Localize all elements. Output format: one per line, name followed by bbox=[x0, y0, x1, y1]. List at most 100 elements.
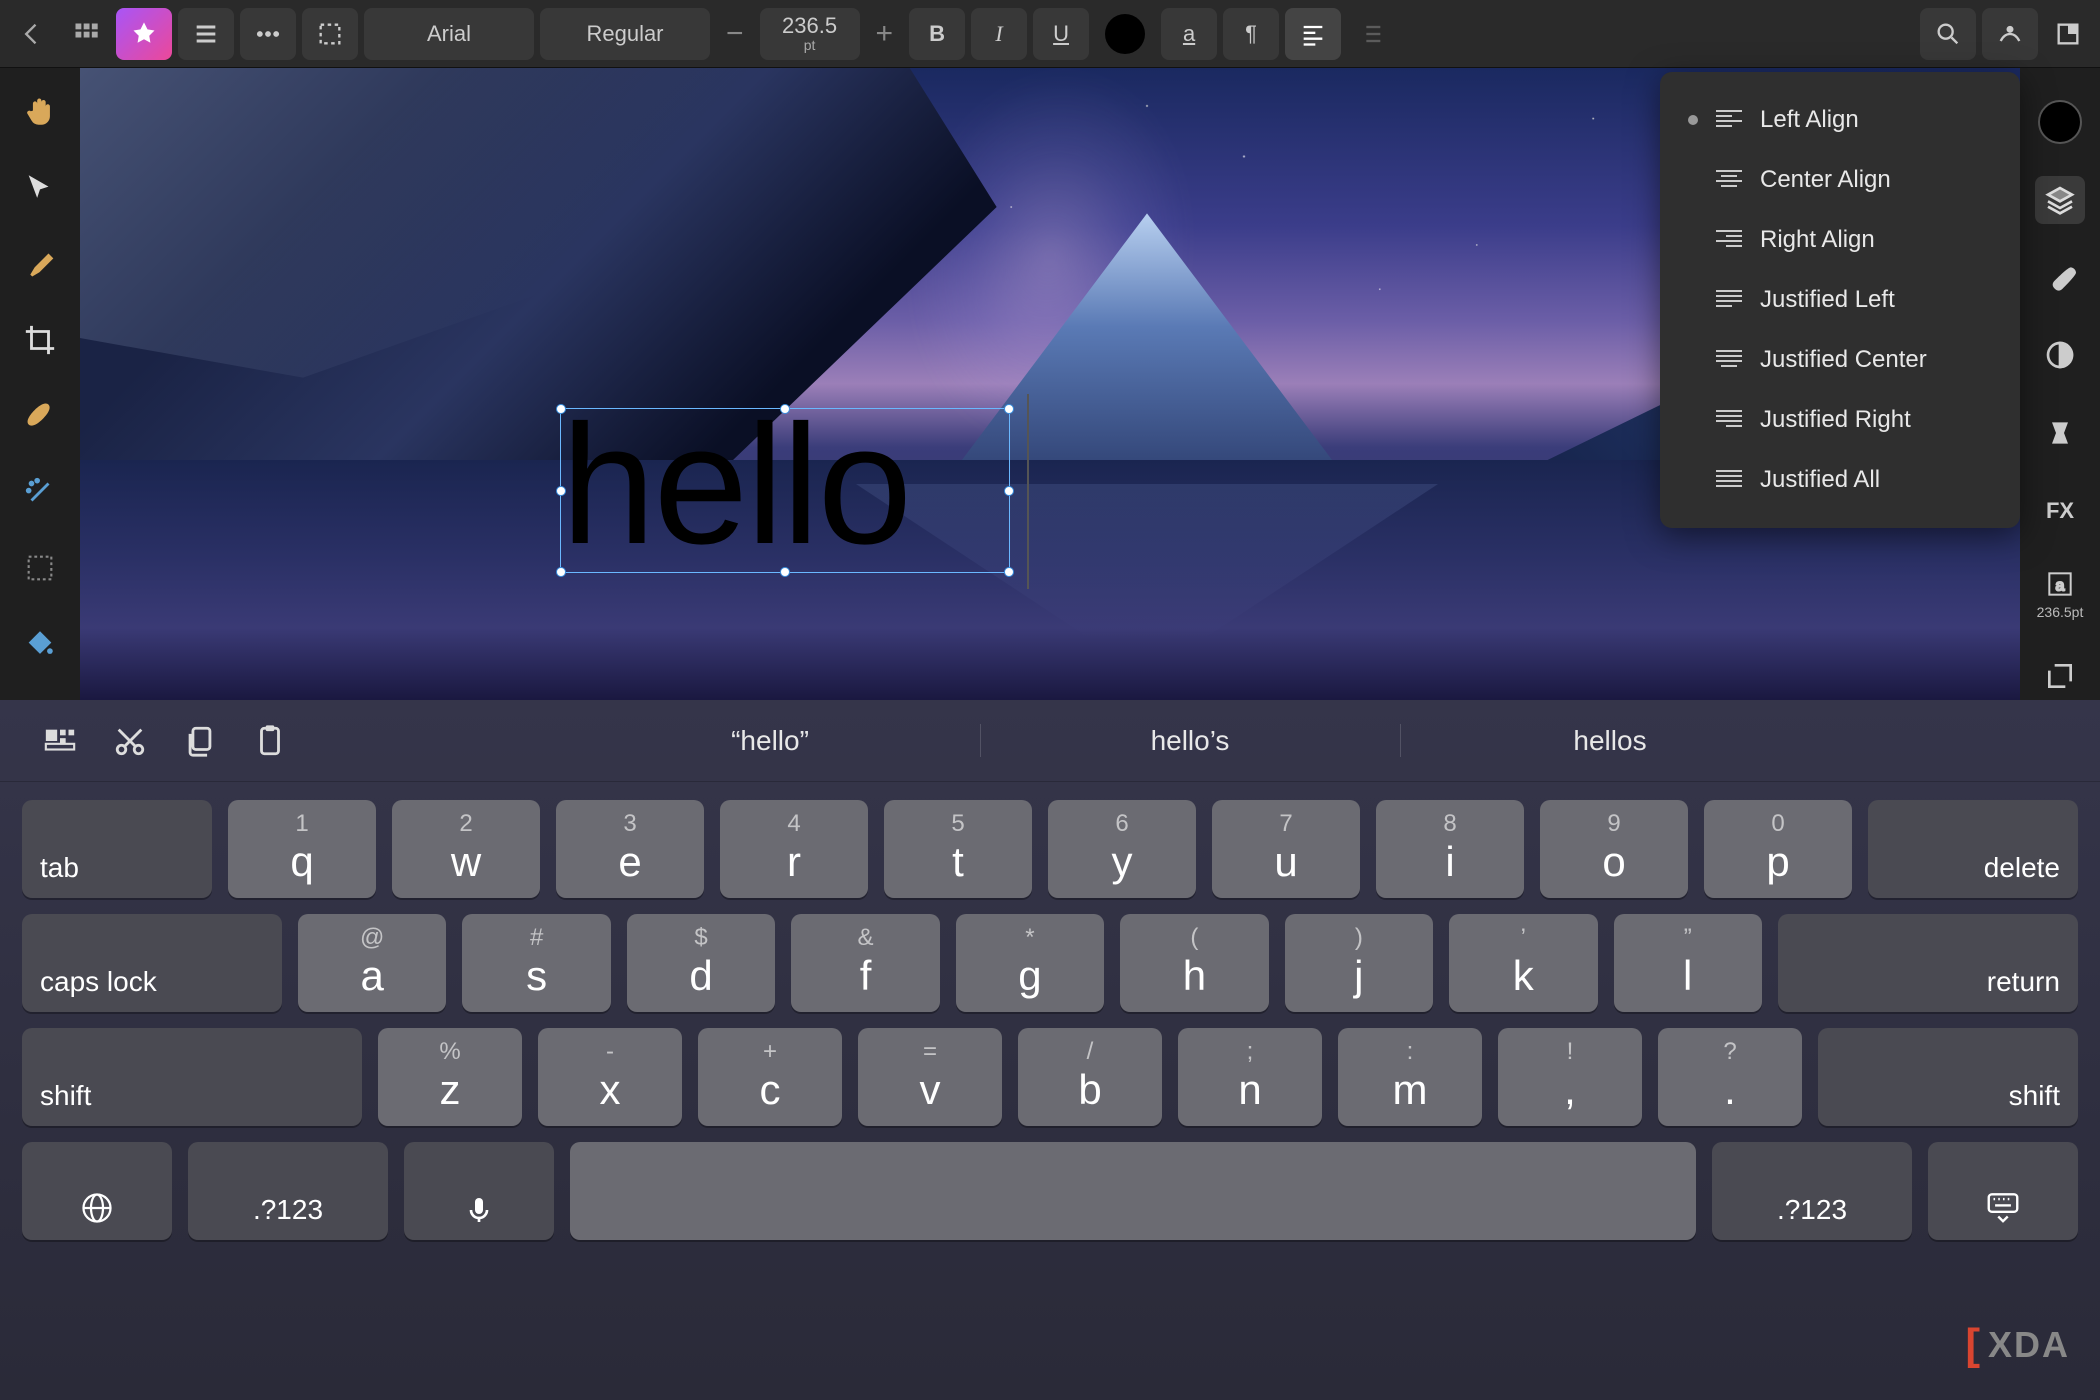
text-color-button[interactable] bbox=[1095, 8, 1155, 60]
back-button[interactable] bbox=[8, 8, 56, 60]
crop-tool-icon[interactable] bbox=[20, 320, 60, 360]
key-k[interactable]: ’k bbox=[1449, 914, 1597, 1012]
brush-tool-icon[interactable] bbox=[20, 396, 60, 436]
font-family-select[interactable]: Arial bbox=[364, 8, 534, 60]
capslock-key[interactable]: caps lock bbox=[22, 914, 282, 1012]
paragraph-button[interactable]: ¶ bbox=[1223, 8, 1279, 60]
key-t[interactable]: 5t bbox=[884, 800, 1032, 898]
increase-size-button[interactable]: + bbox=[866, 8, 904, 60]
more-icon[interactable] bbox=[240, 8, 296, 60]
layers-panel-icon[interactable] bbox=[2035, 176, 2085, 224]
justify-right-option[interactable]: Justified Right bbox=[1660, 390, 2020, 450]
justify-center-option[interactable]: Justified Center bbox=[1660, 330, 2020, 390]
fill-tool-icon[interactable] bbox=[20, 624, 60, 664]
key-s[interactable]: #s bbox=[462, 914, 610, 1012]
key-y[interactable]: 6y bbox=[1048, 800, 1196, 898]
key-r[interactable]: 4r bbox=[720, 800, 868, 898]
key-w[interactable]: 2w bbox=[392, 800, 540, 898]
tab-key[interactable]: tab bbox=[22, 800, 212, 898]
key-l[interactable]: ”l bbox=[1614, 914, 1762, 1012]
key-n[interactable]: ;n bbox=[1178, 1028, 1322, 1126]
key-m[interactable]: :m bbox=[1338, 1028, 1482, 1126]
resize-handle[interactable] bbox=[1004, 567, 1014, 577]
shift-key[interactable]: shift bbox=[22, 1028, 362, 1126]
numeric-key[interactable]: .?123 bbox=[188, 1142, 388, 1240]
key-j[interactable]: )j bbox=[1285, 914, 1433, 1012]
key-period[interactable]: ?. bbox=[1658, 1028, 1802, 1126]
key-q[interactable]: 1q bbox=[228, 800, 376, 898]
zoom-icon[interactable] bbox=[1920, 8, 1976, 60]
key-o[interactable]: 9o bbox=[1540, 800, 1688, 898]
italic-button[interactable]: I bbox=[971, 8, 1027, 60]
key-u[interactable]: 7u bbox=[1212, 800, 1360, 898]
shift-key[interactable]: shift bbox=[1818, 1028, 2078, 1126]
char-style-button[interactable]: a bbox=[1161, 8, 1217, 60]
grid-icon[interactable] bbox=[62, 8, 110, 60]
resize-handle[interactable] bbox=[556, 486, 566, 496]
resize-handle[interactable] bbox=[556, 567, 566, 577]
dismiss-keyboard-key[interactable] bbox=[1928, 1142, 2078, 1240]
key-e[interactable]: 3e bbox=[556, 800, 704, 898]
fullscreen-icon[interactable] bbox=[2044, 8, 2092, 60]
key-h[interactable]: (h bbox=[1120, 914, 1268, 1012]
align-center-option[interactable]: Center Align bbox=[1660, 150, 2020, 210]
font-style-select[interactable]: Regular bbox=[540, 8, 710, 60]
key-d[interactable]: $d bbox=[627, 914, 775, 1012]
suggestion[interactable]: “hello” bbox=[560, 713, 980, 769]
justify-all-option[interactable]: Justified All bbox=[1660, 450, 2020, 510]
bold-button[interactable]: B bbox=[909, 8, 965, 60]
dictation-key[interactable] bbox=[404, 1142, 554, 1240]
fx-panel-icon[interactable]: FX bbox=[2035, 487, 2085, 535]
key-p[interactable]: 0p bbox=[1704, 800, 1852, 898]
resize-handle[interactable] bbox=[1004, 404, 1014, 414]
adjustments-panel-icon[interactable] bbox=[2035, 331, 2085, 379]
key-g[interactable]: *g bbox=[956, 914, 1104, 1012]
key-i[interactable]: 8i bbox=[1376, 800, 1524, 898]
suggestion[interactable]: hellos bbox=[1400, 713, 1820, 769]
copy-icon[interactable] bbox=[180, 721, 220, 761]
underline-button[interactable]: U bbox=[1033, 8, 1089, 60]
font-size-field[interactable]: 236.5 pt bbox=[760, 8, 860, 60]
key-a[interactable]: @a bbox=[298, 914, 446, 1012]
cut-icon[interactable] bbox=[110, 721, 150, 761]
transform-panel-icon[interactable] bbox=[2035, 652, 2085, 700]
align-right-option[interactable]: Right Align bbox=[1660, 210, 2020, 270]
move-tool-icon[interactable] bbox=[20, 168, 60, 208]
align-left-option[interactable]: Left Align bbox=[1660, 90, 2020, 150]
color-picker-icon[interactable] bbox=[2035, 98, 2085, 146]
character-panel-icon[interactable]: a236.5pt bbox=[2035, 565, 2085, 622]
kb-shortcut-icon[interactable] bbox=[40, 721, 80, 761]
resize-handle[interactable] bbox=[556, 404, 566, 414]
text-content[interactable]: hello bbox=[561, 390, 910, 580]
numeric-key[interactable]: .?123 bbox=[1712, 1142, 1912, 1240]
marquee-tool-icon[interactable] bbox=[20, 548, 60, 588]
selection-icon[interactable] bbox=[302, 8, 358, 60]
resize-handle[interactable] bbox=[780, 567, 790, 577]
key-v[interactable]: =v bbox=[858, 1028, 1002, 1126]
justify-left-option[interactable]: Justified Left bbox=[1660, 270, 2020, 330]
resize-handle[interactable] bbox=[780, 404, 790, 414]
eyedropper-tool-icon[interactable] bbox=[20, 244, 60, 284]
return-key[interactable]: return bbox=[1778, 914, 2078, 1012]
globe-key[interactable] bbox=[22, 1142, 172, 1240]
history-panel-icon[interactable] bbox=[2035, 409, 2085, 457]
menu-icon[interactable] bbox=[178, 8, 234, 60]
text-frame[interactable]: hello bbox=[560, 408, 1010, 573]
brushes-panel-icon[interactable] bbox=[2035, 254, 2085, 302]
paste-icon[interactable] bbox=[250, 721, 290, 761]
key-b[interactable]: /b bbox=[1018, 1028, 1162, 1126]
decrease-size-button[interactable]: − bbox=[716, 8, 754, 60]
hand-tool-icon[interactable] bbox=[20, 92, 60, 132]
key-x[interactable]: -x bbox=[538, 1028, 682, 1126]
resize-handle[interactable] bbox=[1004, 486, 1014, 496]
delete-key[interactable]: delete bbox=[1868, 800, 2078, 898]
magic-wand-tool-icon[interactable] bbox=[20, 472, 60, 512]
key-z[interactable]: %z bbox=[378, 1028, 522, 1126]
pen-settings-icon[interactable] bbox=[1982, 8, 2038, 60]
app-icon[interactable] bbox=[116, 8, 172, 60]
spacebar-key[interactable] bbox=[570, 1142, 1696, 1240]
alignment-button[interactable] bbox=[1285, 8, 1341, 60]
suggestion[interactable]: hello’s bbox=[980, 713, 1400, 769]
key-f[interactable]: &f bbox=[791, 914, 939, 1012]
key-comma[interactable]: !, bbox=[1498, 1028, 1642, 1126]
